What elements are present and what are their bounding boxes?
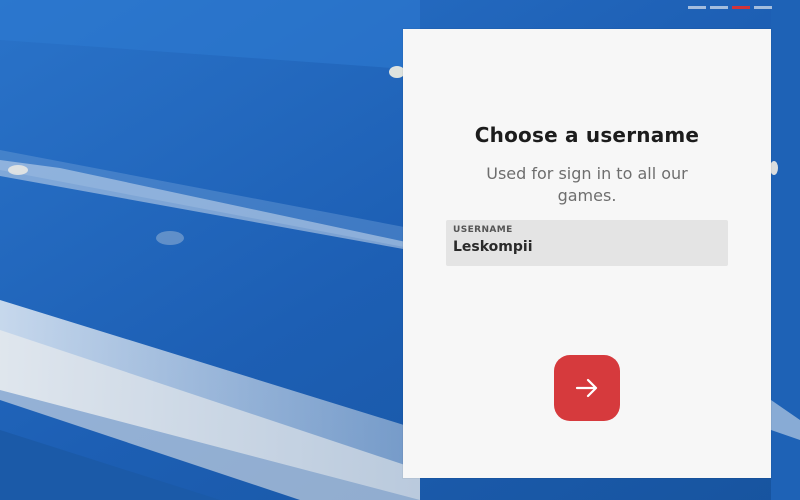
page-subtitle: Used for sign in to all our games. <box>486 164 688 205</box>
arrow-right-icon <box>575 378 598 398</box>
username-card: Choose a username Used for sign in to al… <box>403 29 771 478</box>
username-field[interactable]: USERNAME <box>446 220 728 266</box>
signup-screen: Choose a username Used for sign in to al… <box>0 0 800 500</box>
progress-step-2 <box>710 6 728 9</box>
progress-step-4 <box>754 6 772 9</box>
step-progress-indicator <box>688 6 772 9</box>
page-title: Choose a username <box>474 123 700 147</box>
progress-step-1 <box>688 6 706 9</box>
username-input[interactable] <box>453 239 721 255</box>
next-button[interactable] <box>554 355 620 421</box>
progress-step-3-current <box>732 6 750 9</box>
username-label: USERNAME <box>453 225 513 235</box>
